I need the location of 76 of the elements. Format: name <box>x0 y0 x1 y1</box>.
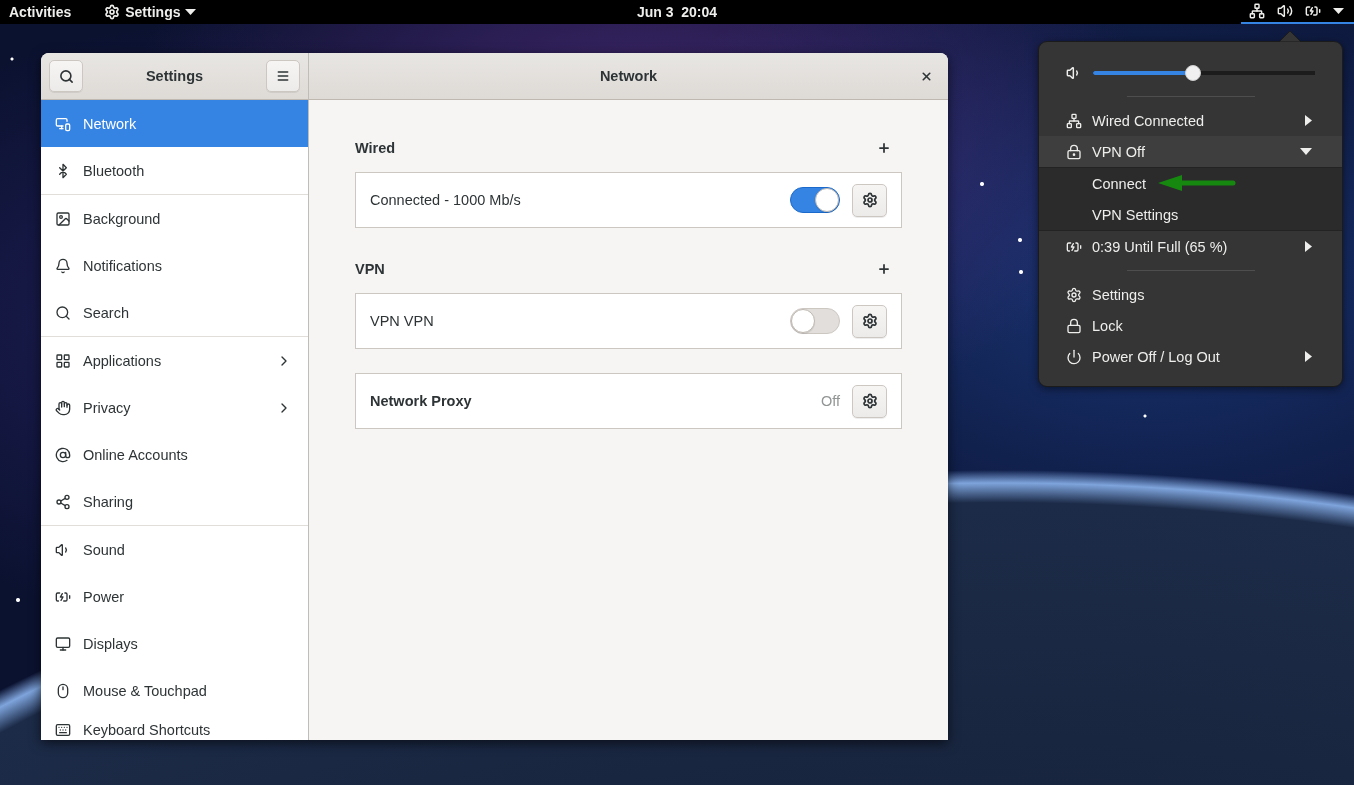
monitor-icon <box>55 635 71 652</box>
sidebar-item[interactable]: Privacy <box>41 384 308 431</box>
toggle-switch[interactable] <box>790 187 840 213</box>
keyboard-icon <box>55 722 71 738</box>
clock-button[interactable]: Jun 3 20:04 <box>627 0 727 24</box>
sidebar-item[interactable]: Displays <box>41 620 308 667</box>
sidebar-item[interactable]: Search <box>41 289 308 336</box>
menu-button[interactable] <box>266 60 300 92</box>
connection-label: VPN VPN <box>370 313 435 329</box>
menu-item[interactable]: Wired Connected <box>1039 105 1342 136</box>
menu-item[interactable]: Lock <box>1039 310 1342 341</box>
battery-charging-icon <box>1305 3 1321 19</box>
sidebar-item[interactable]: Network <box>41 100 308 147</box>
sidebar-item[interactable]: Sharing <box>41 478 308 525</box>
settings-button[interactable] <box>852 384 887 418</box>
menu-item[interactable]: Power Off / Log Out <box>1039 341 1342 372</box>
sidebar-item[interactable]: Background <box>41 195 308 242</box>
slider-thumb[interactable] <box>1184 64 1201 81</box>
at-sign-icon <box>55 446 71 463</box>
caret-right-icon <box>1305 115 1312 126</box>
plus-icon <box>877 262 891 276</box>
settings-icon <box>861 393 878 409</box>
settings-icon <box>104 4 121 20</box>
menu-icon <box>276 69 290 83</box>
page-title: Network <box>599 68 658 84</box>
window-title: Settings <box>145 68 204 84</box>
toggle-switch[interactable] <box>790 308 840 334</box>
app-menu-button[interactable]: Settings <box>95 0 206 24</box>
sidebar-item[interactable]: Mouse & Touchpad <box>41 667 308 714</box>
sidebar-item[interactable]: Power <box>41 573 308 620</box>
mouse-icon <box>55 682 71 699</box>
sidebar-item[interactable]: Online Accounts <box>41 431 308 478</box>
speaker-icon <box>1277 3 1293 19</box>
settings-icon <box>861 313 878 329</box>
submenu-item[interactable]: VPN Settings <box>1039 199 1342 230</box>
hand-icon <box>55 399 71 416</box>
settings-button[interactable] <box>852 183 887 217</box>
close-icon <box>919 69 933 83</box>
search-icon <box>58 68 74 84</box>
plus-icon <box>877 141 891 155</box>
bell-icon <box>55 257 71 274</box>
search-button[interactable] <box>49 60 83 92</box>
caret-down-icon <box>185 9 197 15</box>
menu-item[interactable]: Settings <box>1039 279 1342 310</box>
caret-right-icon <box>1305 351 1312 362</box>
power-icon <box>1066 348 1082 365</box>
section-heading: VPN <box>355 261 385 277</box>
lock-icon <box>1066 317 1082 334</box>
computer-icon <box>55 115 71 132</box>
share-icon <box>55 493 71 510</box>
status-menu-button[interactable] <box>1241 0 1354 24</box>
sidebar-item[interactable]: Keyboard Shortcuts <box>41 714 308 740</box>
caret-right-icon <box>1305 241 1312 252</box>
sidebar-item[interactable]: Notifications <box>41 242 308 289</box>
proxy-label: Network Proxy <box>370 393 473 409</box>
activities-button[interactable]: Activities <box>0 0 81 24</box>
settings-button[interactable] <box>852 304 887 338</box>
menu-item[interactable]: VPN Off <box>1039 136 1342 167</box>
padlock-icon <box>1066 143 1082 160</box>
network-icon <box>1066 112 1082 129</box>
image-icon <box>55 210 71 227</box>
sidebar-item[interactable]: Sound <box>41 526 308 573</box>
sidebar-item[interactable]: Applications <box>41 337 308 384</box>
network-icon <box>1249 3 1265 19</box>
section-heading: Wired <box>355 140 396 156</box>
settings-icon <box>861 192 878 208</box>
caret-down-icon <box>1300 148 1312 155</box>
settings-icon <box>1066 286 1082 303</box>
grid-icon <box>55 352 71 369</box>
menu-item[interactable]: 0:39 Until Full (65 %) <box>1039 231 1342 262</box>
search-icon <box>55 304 71 321</box>
sidebar-item[interactable]: Bluetooth <box>41 147 308 194</box>
submenu-item[interactable]: Connect <box>1039 168 1342 199</box>
caret-down-icon <box>1333 8 1344 14</box>
connection-label: Connected - 1000 Mb/s <box>370 192 522 208</box>
proxy-status: Off <box>820 393 840 409</box>
